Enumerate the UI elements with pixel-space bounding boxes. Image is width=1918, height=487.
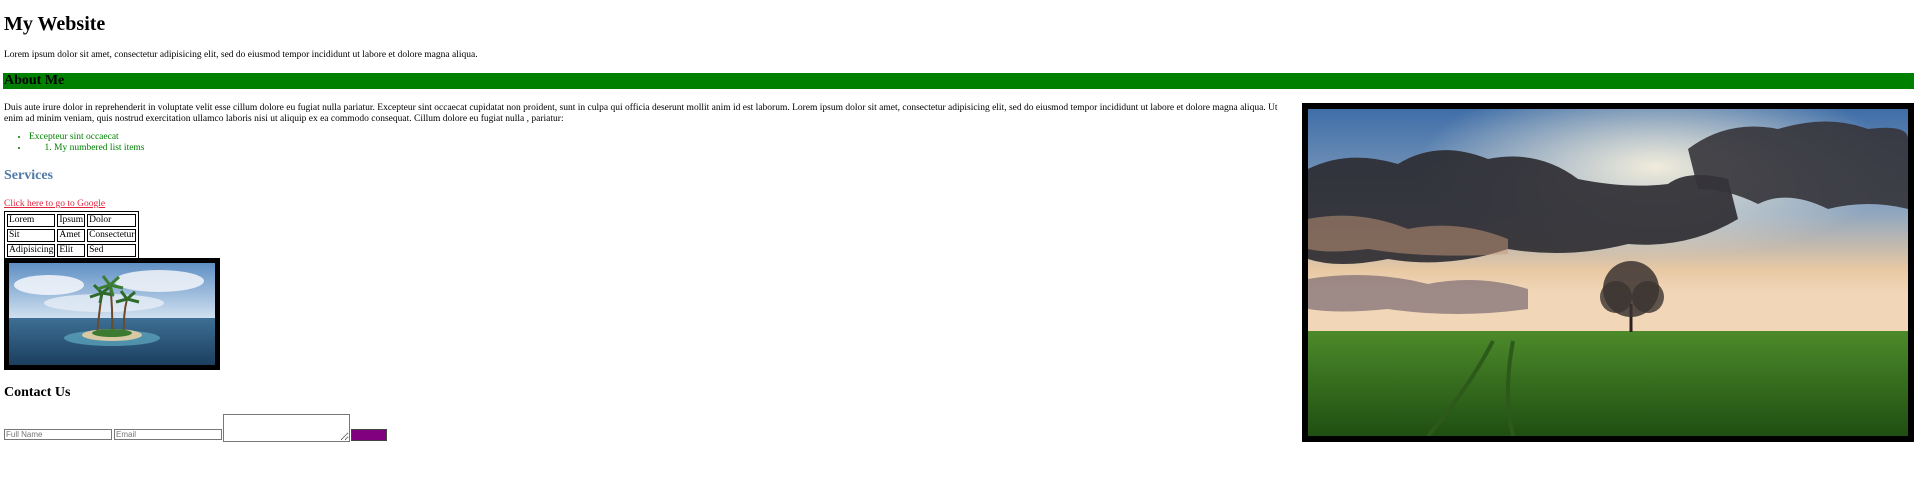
table-cell: Amet bbox=[57, 229, 86, 242]
page-title: My Website bbox=[4, 13, 106, 35]
about-heading: About Me bbox=[4, 73, 65, 88]
google-link[interactable]: Click here to go to Google bbox=[4, 199, 105, 209]
about-section-bar: About Me bbox=[3, 73, 1914, 89]
services-heading: Services bbox=[4, 168, 53, 183]
table-cell: Sit bbox=[7, 229, 56, 242]
table-cell: Adipisicing bbox=[7, 244, 56, 257]
message-textarea[interactable] bbox=[223, 414, 350, 442]
island-image bbox=[4, 258, 220, 370]
about-content: Duis aute irure dolor in reprehenderit i… bbox=[4, 103, 1279, 154]
numbered-list-item: My numbered list items bbox=[54, 143, 1279, 154]
services-table: Lorem Ipsum Dolor Sit Amet Consectetur A… bbox=[4, 211, 140, 260]
list-item: My numbered list items bbox=[29, 143, 1279, 154]
list-item: Excepteur sint occaecat bbox=[29, 132, 1279, 143]
island-illustration bbox=[9, 263, 215, 365]
table-cell: Sed bbox=[87, 244, 137, 257]
table-row: Lorem Ipsum Dolor bbox=[7, 214, 137, 227]
table-row: Sit Amet Consectetur bbox=[7, 229, 137, 242]
table-cell: Dolor bbox=[87, 214, 137, 227]
landscape-illustration bbox=[1308, 109, 1908, 436]
table-cell: Lorem bbox=[7, 214, 56, 227]
contact-heading: Contact Us bbox=[4, 385, 71, 400]
landscape-image bbox=[1302, 103, 1914, 442]
email-input[interactable] bbox=[114, 429, 222, 440]
intro-paragraph: Lorem ipsum dolor sit amet, consectetur … bbox=[4, 50, 478, 60]
full-name-input[interactable] bbox=[4, 429, 112, 440]
submit-button[interactable]: Submit bbox=[351, 429, 387, 441]
table-cell: Elit bbox=[57, 244, 86, 257]
table-row: Adipisicing Elit Sed bbox=[7, 244, 137, 257]
bullet-list: Excepteur sint occaecat My numbered list… bbox=[4, 132, 1279, 154]
numbered-list: My numbered list items bbox=[29, 143, 1279, 154]
about-paragraph: Duis aute irure dolor in reprehenderit i… bbox=[4, 103, 1278, 124]
table-cell: Consectetur bbox=[87, 229, 137, 242]
table-cell: Ipsum bbox=[57, 214, 86, 227]
